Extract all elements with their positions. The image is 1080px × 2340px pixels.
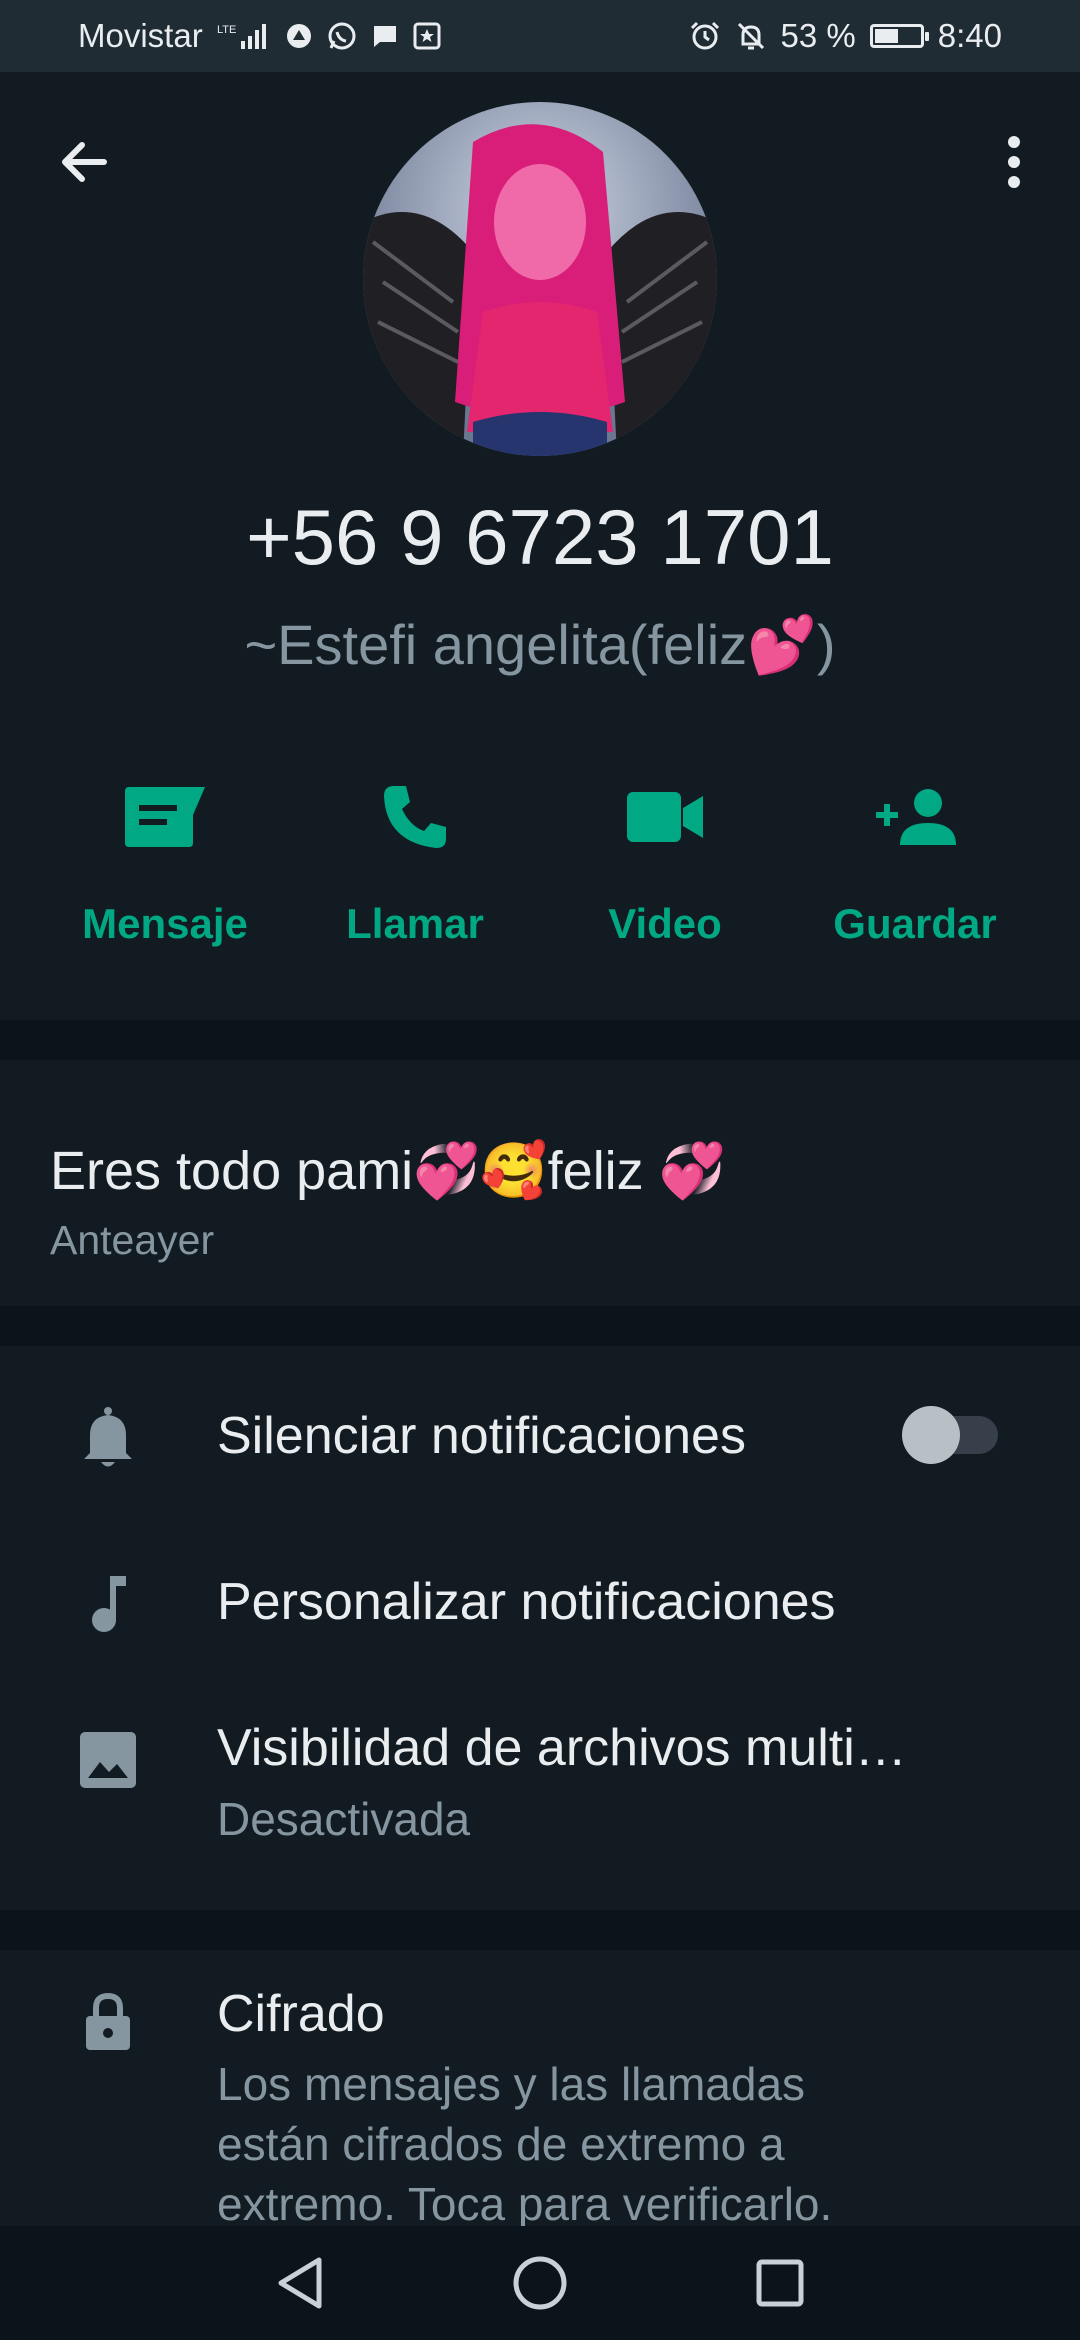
system-navigation-bar [0,2226,1080,2340]
clock: 8:40 [937,17,1002,54]
about-section[interactable]: Eres todo pami💞🥰feliz 💞 Anteayer [0,1060,1080,1306]
nav-home-button[interactable] [500,2243,580,2323]
lock-icon [86,1992,130,2050]
battery-icon [869,24,929,48]
status-bar: Movistar LTE 53 % 8:40 [0,0,1080,72]
contact-avatar[interactable] [363,102,717,456]
about-text: Eres todo pami💞🥰feliz 💞 [50,1141,726,1201]
media-visibility-label: Visibilidad de archivos multi… [217,1719,907,1777]
custom-notifications-row[interactable]: Personalizar notificaciones [0,1524,1080,1694]
encryption-title: Cifrado [217,1985,385,2043]
alarm-icon [689,20,721,52]
more-options-button[interactable] [978,126,1050,198]
save-contact-action-button[interactable]: Guardar [805,762,1025,948]
notification-settings-section: Silenciar notificaciones Personalizar no… [0,1346,1080,1910]
triangle-back-icon [278,2257,322,2309]
encryption-section[interactable]: Cifrado Los mensajes y las llamadas está… [0,1950,1080,2230]
back-button[interactable] [48,126,120,198]
contact-actions: Mensaje Llamar Video Guardar [0,762,1080,948]
contact-phone-number: +56 9 6723 1701 [246,493,834,581]
star-app-icon [413,22,441,50]
more-vert-icon [1008,136,1020,188]
video-action-button[interactable]: Video [555,762,775,948]
message-action-button[interactable]: Mensaje [55,762,275,948]
arrow-back-icon [62,142,107,182]
media-visibility-status: Desactivada [217,1793,471,1845]
square-recents-icon [756,2259,804,2307]
contact-push-name: ~Estefi angelita(feliz💕) [244,613,836,676]
carrier-label: Movistar [78,17,203,54]
notifications-off-icon [735,20,767,52]
contact-profile-header: +56 9 6723 1701 ~Estefi angelita(feliz💕)… [0,72,1080,1020]
battery-percent: 53 % [780,17,856,54]
message-notification-icon [371,22,399,50]
video-action-label: Video [608,900,722,947]
mute-notifications-row[interactable]: Silenciar notificaciones [0,1346,1080,1524]
about-date: Anteayer [50,1217,215,1263]
add-contact-icon [876,789,956,845]
image-icon [80,1732,136,1788]
encryption-description: Los mensajes y las llamadas están cifrad… [217,2058,833,2230]
custom-notifications-label: Personalizar notificaciones [217,1573,836,1631]
message-icon [125,787,205,847]
video-icon [627,792,703,842]
mute-notifications-toggle[interactable] [902,1406,998,1464]
call-action-button[interactable]: Llamar [305,762,525,948]
svg-text:LTE: LTE [217,24,236,36]
call-action-label: Llamar [346,900,484,947]
app-notification-icon [285,22,313,50]
bell-icon [84,1407,132,1467]
media-visibility-row[interactable]: Visibilidad de archivos multi… Desactiva… [0,1694,1080,1910]
phone-icon [384,786,446,848]
circle-home-icon [513,2256,567,2310]
music-note-icon [92,1576,126,1632]
mute-notifications-label: Silenciar notificaciones [217,1407,746,1465]
whatsapp-icon [327,21,357,51]
nav-back-button[interactable] [260,2243,340,2323]
toggle-knob [902,1406,960,1464]
message-action-label: Mensaje [82,900,248,947]
nav-recents-button[interactable] [740,2243,820,2323]
save-contact-action-label: Guardar [833,900,997,947]
signal-icon: LTE [217,21,271,51]
